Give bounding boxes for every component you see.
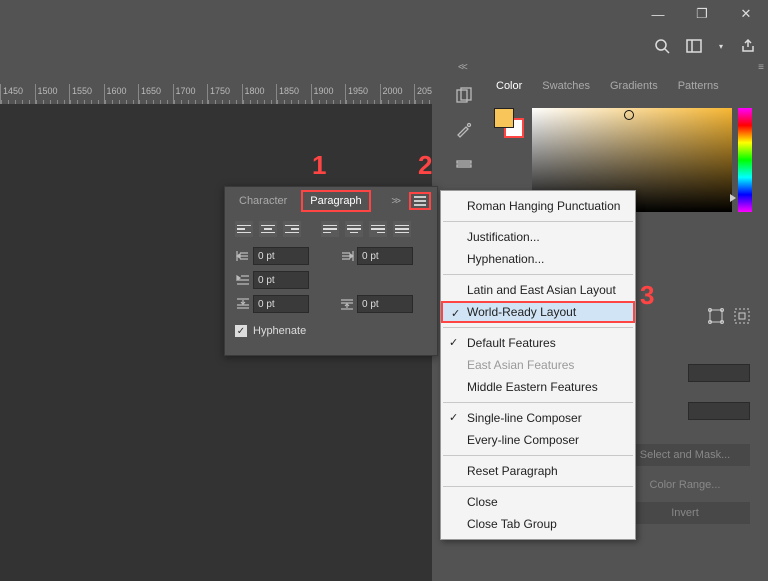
navigator-icon[interactable]	[454, 86, 474, 106]
space-before-icon	[235, 297, 251, 311]
ruler-tick: 1650	[138, 84, 173, 104]
menu-item[interactable]: Reset Paragraph	[441, 460, 635, 482]
menu-item: East Asian Features	[441, 354, 635, 376]
indent-right-input[interactable]	[357, 247, 413, 265]
ruler-tick: 1750	[207, 84, 242, 104]
paragraph-panel: Character Paragraph >> ✓ Hyphenate	[224, 186, 438, 356]
share-icon[interactable]	[738, 36, 758, 56]
ruler-tick: 1500	[35, 84, 70, 104]
indent-left-icon	[235, 249, 251, 263]
fg-bg-swatch[interactable]	[494, 108, 524, 138]
collapsed-panel-strip	[450, 80, 478, 208]
numeric-field-2[interactable]	[688, 402, 750, 420]
justify-all-button[interactable]	[393, 221, 411, 237]
hamburger-icon	[414, 200, 426, 202]
panel-collapse-icon[interactable]: >>	[391, 196, 403, 207]
menu-item[interactable]: Latin and East Asian Layout	[441, 279, 635, 301]
ruler-tick: 1900	[311, 84, 346, 104]
foreground-color-swatch[interactable]	[494, 108, 514, 128]
ruler-tick: 1550	[69, 84, 104, 104]
select-and-mask-button[interactable]: Select and Mask...	[620, 444, 750, 466]
menu-separator	[443, 221, 633, 222]
panel-collapse-icon[interactable]: <<	[458, 62, 466, 73]
menu-separator	[443, 327, 633, 328]
color-panel-tabs: Color Swatches Gradients Patterns	[486, 74, 760, 98]
first-line-indent-icon	[235, 273, 251, 287]
justify-center-button[interactable]	[345, 221, 363, 237]
check-icon: ✓	[451, 307, 460, 320]
mask-mode-icon[interactable]	[734, 308, 750, 327]
align-right-button[interactable]	[283, 221, 301, 237]
menu-item[interactable]: Hyphenation...	[441, 248, 635, 270]
menu-item[interactable]: ✓Single-line Composer	[441, 407, 635, 429]
workspace-icon[interactable]	[684, 36, 704, 56]
menu-item[interactable]: Middle Eastern Features	[441, 376, 635, 398]
menu-item[interactable]: Close	[441, 491, 635, 513]
menu-item[interactable]: ✓Default Features	[441, 332, 635, 354]
menu-item-world-ready-layout[interactable]: ✓World-Ready Layout	[441, 301, 635, 323]
justify-right-button[interactable]	[369, 221, 387, 237]
restore-button[interactable]: ❐	[680, 0, 724, 28]
check-icon: ✓	[449, 336, 458, 349]
space-after-input[interactable]	[357, 295, 413, 313]
numeric-field-1[interactable]	[688, 364, 750, 382]
close-button[interactable]: ✕	[724, 0, 768, 28]
history-icon[interactable]	[454, 154, 474, 174]
color-range-button[interactable]: Color Range...	[620, 474, 750, 496]
ruler-tick: 1450	[0, 84, 35, 104]
invert-button[interactable]: Invert	[620, 502, 750, 524]
check-icon: ✓	[449, 411, 458, 424]
minimize-button[interactable]: —	[636, 0, 680, 28]
tab-character[interactable]: Character	[231, 191, 295, 211]
brush-icon[interactable]	[454, 120, 474, 140]
ruler-tick: 2050	[414, 84, 432, 104]
menu-separator	[443, 402, 633, 403]
menu-separator	[443, 274, 633, 275]
horizontal-ruler: 1450 1500 1550 1600 1650 1700 1750 1800 …	[0, 84, 432, 104]
justify-left-button[interactable]	[321, 221, 339, 237]
annotation-3: 3	[640, 280, 654, 311]
paragraph-fields	[225, 243, 437, 317]
menu-item[interactable]: Roman Hanging Punctuation	[441, 195, 635, 217]
annotation-1: 1	[312, 150, 326, 181]
panel-flyout-menu-button[interactable]	[409, 192, 431, 210]
alignment-row	[225, 215, 437, 243]
color-picker-ring[interactable]	[624, 110, 634, 120]
hue-slider[interactable]	[738, 108, 752, 212]
ruler-tick: 1850	[276, 84, 311, 104]
ruler-tick: 1700	[173, 84, 208, 104]
paragraph-flyout-menu: Roman Hanging Punctuation Justification.…	[440, 190, 636, 540]
align-left-button[interactable]	[235, 221, 253, 237]
ruler-tick: 1800	[242, 84, 277, 104]
hue-slider-thumb[interactable]	[730, 194, 736, 202]
search-icon[interactable]	[652, 36, 672, 56]
bounding-box-icon[interactable]	[708, 308, 724, 327]
hyphenate-checkbox[interactable]: ✓	[235, 325, 247, 337]
indent-right-icon	[339, 249, 355, 263]
first-line-indent-input[interactable]	[253, 271, 309, 289]
hyphenate-label: Hyphenate	[253, 325, 306, 337]
menu-item[interactable]: Justification...	[441, 226, 635, 248]
menu-item[interactable]: Close Tab Group	[441, 513, 635, 535]
annotation-2: 2	[418, 150, 432, 181]
ruler-tick: 1600	[104, 84, 139, 104]
tab-swatches[interactable]: Swatches	[532, 74, 600, 98]
indent-left-input[interactable]	[253, 247, 309, 265]
menu-item[interactable]: Every-line Composer	[441, 429, 635, 451]
space-before-input[interactable]	[253, 295, 309, 313]
app-toolbar: ▾	[652, 32, 758, 60]
tab-paragraph[interactable]: Paragraph	[301, 190, 370, 212]
panel-menu-icon[interactable]: ≡	[758, 62, 762, 73]
tab-color[interactable]: Color	[486, 74, 532, 98]
window-controls: — ❐ ✕	[636, 0, 768, 28]
align-center-button[interactable]	[259, 221, 277, 237]
chevron-down-icon[interactable]: ▾	[716, 36, 726, 56]
tab-patterns[interactable]: Patterns	[668, 74, 729, 98]
tab-gradients[interactable]: Gradients	[600, 74, 668, 98]
menu-separator	[443, 486, 633, 487]
ruler-tick: 2000	[380, 84, 415, 104]
ruler-tick: 1950	[345, 84, 380, 104]
space-after-icon	[339, 297, 355, 311]
menu-separator	[443, 455, 633, 456]
